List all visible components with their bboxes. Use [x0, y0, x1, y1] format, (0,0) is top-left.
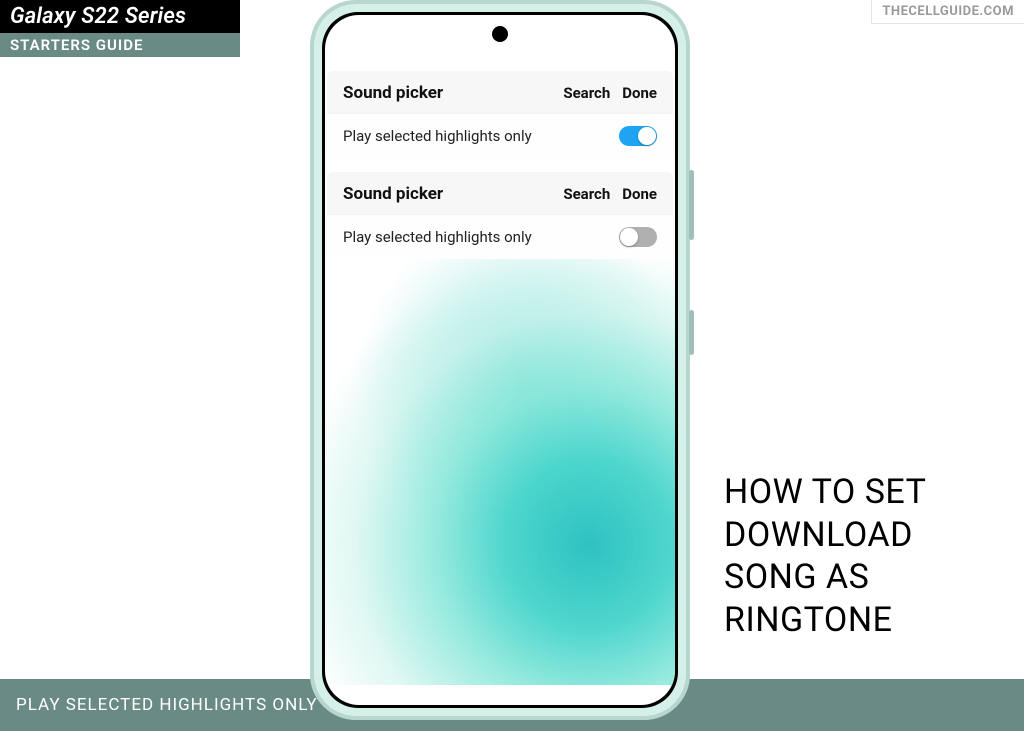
panel-header: Sound picker Search Done [327, 71, 673, 113]
panel-header: Sound picker Search Done [327, 172, 673, 214]
highlights-toggle-off[interactable] [619, 227, 657, 247]
phone-side-button-volume [689, 170, 694, 240]
done-button[interactable]: Done [622, 84, 657, 102]
search-button[interactable]: Search [563, 185, 610, 203]
highlights-row[interactable]: Play selected highlights only [327, 113, 673, 158]
phone-side-button-power [689, 310, 694, 355]
phone-bezel: Sound picker Search Done Play selected h… [322, 12, 678, 708]
punch-hole-camera-icon [492, 26, 508, 42]
phone-frame: Sound picker Search Done Play selected h… [310, 0, 690, 720]
search-button[interactable]: Search [563, 84, 610, 102]
site-watermark: THECELLGUIDE.COM [871, 0, 1024, 24]
toggle-knob [638, 127, 656, 145]
brand-name: Galaxy S22 Series [0, 0, 240, 33]
brand-subtitle: STARTERS GUIDE [0, 33, 240, 57]
toggle-knob [620, 228, 638, 246]
highlights-row[interactable]: Play selected highlights only [327, 214, 673, 259]
sound-picker-panel: Sound picker Search Done Play selected h… [327, 71, 673, 158]
footer-caption: PLAY SELECTED HIGHLIGHTS ONLY [16, 695, 318, 715]
highlights-toggle-on[interactable] [619, 126, 657, 146]
row-label: Play selected highlights only [343, 127, 619, 145]
panel-title: Sound picker [343, 83, 551, 103]
row-label: Play selected highlights only [343, 228, 619, 246]
sound-picker-panel: Sound picker Search Done Play selected h… [327, 172, 673, 259]
done-button[interactable]: Done [622, 185, 657, 203]
phone-screen: Sound picker Search Done Play selected h… [325, 15, 675, 705]
article-headline: HOW TO SET DOWNLOAD SONG AS RINGTONE [724, 471, 984, 641]
panel-title: Sound picker [343, 184, 551, 204]
brand-badge: Galaxy S22 Series STARTERS GUIDE [0, 0, 240, 57]
settings-panels: Sound picker Search Done Play selected h… [325, 71, 675, 273]
